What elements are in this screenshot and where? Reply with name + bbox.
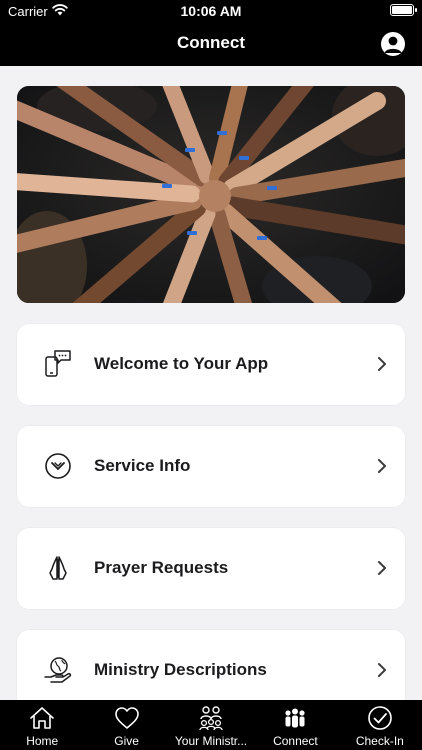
chevron-right-icon bbox=[378, 459, 386, 473]
tab-give[interactable]: Give bbox=[84, 700, 168, 750]
card-ministry-descriptions[interactable]: Ministry Descriptions bbox=[17, 630, 405, 700]
hero-image bbox=[17, 86, 405, 303]
card-label: Service Info bbox=[94, 456, 191, 475]
home-icon bbox=[30, 707, 55, 729]
person-icon bbox=[384, 36, 402, 53]
card-label: Ministry Descriptions bbox=[94, 660, 267, 679]
card-service-info[interactable]: Service Info bbox=[17, 426, 405, 507]
status-time: 10:06 AM bbox=[180, 3, 242, 19]
tab-label: Connect bbox=[273, 734, 318, 748]
content-scroll-area[interactable]: Welcome to Your App Service Info Prayer … bbox=[0, 66, 422, 700]
chevron-right-icon bbox=[378, 561, 386, 575]
card-label: Welcome to Your App bbox=[94, 354, 269, 373]
praying-hands-icon bbox=[49, 556, 67, 580]
tab-label: Check-In bbox=[355, 734, 404, 748]
phone-chat-icon bbox=[45, 350, 71, 377]
tab-bar: Home Give Your Ministr... Connect Check-… bbox=[0, 700, 422, 750]
tab-connect[interactable]: Connect bbox=[253, 700, 337, 750]
people-group-icon bbox=[199, 706, 223, 731]
hands-together-photo bbox=[17, 86, 405, 303]
globe-hand-icon bbox=[44, 657, 72, 683]
card-label: Prayer Requests bbox=[94, 558, 229, 577]
tab-label: Your Ministr... bbox=[174, 734, 248, 748]
chevron-circle-icon bbox=[45, 453, 71, 479]
card-welcome-to-your-app[interactable]: Welcome to Your App bbox=[17, 324, 405, 405]
page-title: Connect bbox=[177, 33, 245, 52]
tab-label: Home bbox=[26, 734, 59, 748]
people-icon bbox=[285, 708, 306, 728]
heart-icon bbox=[114, 707, 139, 729]
tab-label: Give bbox=[114, 734, 139, 748]
tab-home[interactable]: Home bbox=[0, 700, 84, 750]
status-bar: Carrier 10:06 AM bbox=[0, 0, 422, 22]
card-prayer-requests[interactable]: Prayer Requests bbox=[17, 528, 405, 609]
tab-your-ministries[interactable]: Your Ministr... bbox=[169, 700, 253, 750]
chevron-right-icon bbox=[378, 663, 386, 677]
chevron-right-icon bbox=[378, 357, 386, 371]
navigation-bar: Connect bbox=[0, 22, 422, 66]
checkmark-circle-icon bbox=[368, 706, 392, 730]
battery-icon bbox=[390, 4, 417, 16]
tab-check-in[interactable]: Check-In bbox=[338, 700, 422, 750]
profile-button[interactable] bbox=[381, 32, 405, 56]
